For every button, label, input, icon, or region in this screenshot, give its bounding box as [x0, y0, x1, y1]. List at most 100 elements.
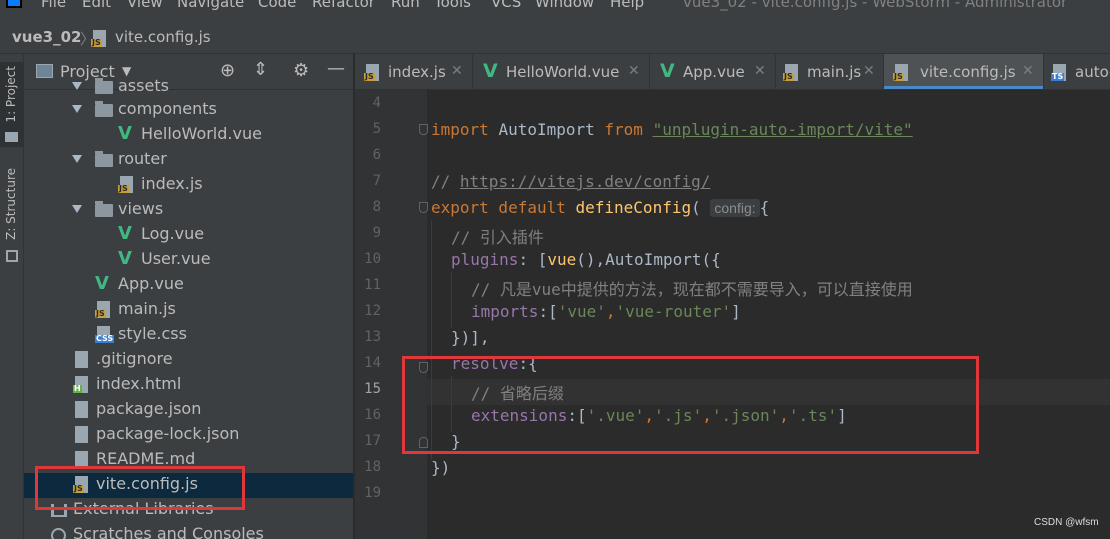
json-file-icon — [75, 426, 88, 443]
fold-marker-icon[interactable] — [419, 124, 428, 135]
annotation-box-resolve — [402, 356, 979, 454]
code-line-8: export default defineConfig( config:{ — [431, 198, 1091, 217]
tree-item-label: App.vue — [118, 274, 184, 293]
tree-folder-components[interactable]: components — [24, 98, 353, 123]
annotation-box-vite-config — [35, 466, 245, 510]
tree-item-label: index.js — [141, 174, 203, 193]
tree-file-app-vue[interactable]: V App.vue — [24, 273, 353, 298]
folder-icon — [95, 201, 113, 217]
token-comment: // — [431, 172, 451, 191]
menu-vcs[interactable]: VCS — [491, 0, 521, 11]
close-icon[interactable]: ✕ — [754, 63, 766, 79]
tree-file-gitignore[interactable]: .gitignore — [24, 348, 353, 373]
text-file-icon — [75, 351, 88, 368]
line-number: 16 — [364, 407, 381, 423]
tree-item-label: .gitignore — [96, 349, 173, 368]
token-function: vue — [547, 250, 577, 269]
menu-help[interactable]: Help — [610, 0, 644, 11]
menu-run[interactable]: Run — [391, 0, 420, 11]
tree-folder-router[interactable]: router — [24, 148, 353, 173]
line-number: 18 — [364, 459, 381, 475]
editor-tab-bar: JS index.js ✕ V HelloWorld.vue ✕ V App.v… — [355, 54, 1110, 90]
close-icon[interactable]: ✕ — [628, 63, 640, 79]
structure-tool-tab[interactable]: Z: Structure — [0, 164, 24, 264]
tree-file-main-js[interactable]: JS main.js — [24, 298, 353, 323]
menu-edit[interactable]: Edit — [82, 0, 111, 11]
js-file-icon: JS — [364, 64, 379, 81]
menu-view[interactable]: View — [127, 0, 163, 11]
close-icon[interactable]: ✕ — [451, 63, 463, 79]
menu-refactor[interactable]: Refactor — [312, 0, 375, 11]
close-icon[interactable]: ✕ — [863, 63, 875, 79]
token-punctuation: , — [605, 302, 616, 321]
token-punctuation: ( — [691, 198, 701, 217]
vue-file-icon: V — [95, 273, 109, 294]
tree-folder-views[interactable]: views — [24, 198, 353, 223]
token-punctuation: })], — [451, 328, 490, 347]
token-punctuation: }) — [431, 458, 451, 477]
token-punctuation: : [ — [518, 250, 548, 269]
token-comment: // 引入插件 — [451, 228, 544, 247]
token-property: imports — [471, 302, 539, 321]
vue-file-icon: V — [483, 60, 498, 82]
comment-link[interactable]: https://vitejs.dev/config/ — [460, 172, 710, 191]
tab-helloworld-vue[interactable]: V HelloWorld.vue ✕ — [473, 54, 650, 89]
menu-tools[interactable]: Tools — [434, 0, 471, 11]
tree-item-label: User.vue — [141, 249, 211, 268]
folder-icon — [5, 132, 18, 142]
structure-tool-tab-label: Z: Structure — [4, 168, 18, 240]
expand-arrow-icon[interactable] — [72, 82, 82, 90]
menu-window[interactable]: Window — [535, 0, 594, 11]
tree-item-label: views — [118, 199, 164, 218]
tree-item-label: style.css — [118, 324, 187, 343]
structure-icon — [6, 250, 18, 262]
tab-index-js[interactable]: JS index.js ✕ — [355, 54, 473, 89]
tree-file-index-js[interactable]: JS index.js — [24, 173, 353, 198]
js-file-icon: JS — [95, 301, 110, 318]
tab-app-vue[interactable]: V App.vue ✕ — [650, 54, 776, 89]
token-function: defineConfig — [575, 198, 692, 217]
menu-code[interactable]: Code — [258, 0, 296, 11]
token-string: 'vue-router' — [615, 302, 732, 321]
tree-file-package-lock-json[interactable]: package-lock.json — [24, 423, 353, 448]
expand-arrow-icon[interactable] — [72, 105, 82, 113]
line-number-gutter: 4 5 6 7 8 9 10 11 12 13 14 15 16 17 18 1… — [355, 90, 428, 539]
tab-label: main.js — [807, 63, 862, 81]
menu-bar: File Edit View Navigate Code Refactor Ru… — [0, 0, 1110, 22]
tree-file-index-html[interactable]: H index.html — [24, 373, 353, 398]
expand-arrow-icon[interactable] — [72, 155, 82, 163]
tree-file-helloworld[interactable]: V HelloWorld.vue — [24, 123, 353, 148]
menu-navigate[interactable]: Navigate — [177, 0, 244, 11]
token-string: 'vue' — [557, 302, 606, 321]
js-file-icon: JS — [91, 30, 106, 47]
token-punctuation: :[ — [538, 302, 558, 321]
tree-item-label: package-lock.json — [96, 424, 240, 443]
code-line-18: }) — [431, 458, 1091, 477]
tree-file-style-css[interactable]: CSS style.css — [24, 323, 353, 348]
tree-scratches[interactable]: Scratches and Consoles — [24, 523, 353, 539]
menu-file[interactable]: File — [41, 0, 66, 11]
breadcrumb-project[interactable]: vue3_02 — [12, 28, 81, 46]
breadcrumb-file[interactable]: vite.config.js — [115, 28, 211, 46]
line-number: 5 — [372, 121, 381, 137]
tree-folder-assets[interactable]: assets — [24, 75, 353, 100]
breadcrumb: vue3_02 〉 JS vite.config.js — [0, 22, 1110, 54]
line-number: 7 — [372, 173, 381, 189]
fold-marker-icon[interactable] — [419, 202, 428, 213]
tree-item-label: main.js — [118, 299, 176, 318]
code-editor[interactable]: 4 5 6 7 8 9 10 11 12 13 14 15 16 17 18 1… — [355, 90, 1110, 539]
code-line-13: })], — [451, 328, 1110, 347]
tree-file-log-vue[interactable]: V Log.vue — [24, 223, 353, 248]
line-number: 8 — [372, 199, 381, 215]
line-number: 17 — [364, 433, 381, 449]
token-identifier: AutoImport — [498, 120, 595, 139]
token-punctuation: (),AutoImport({ — [576, 250, 721, 269]
expand-arrow-icon[interactable] — [72, 205, 82, 213]
close-icon[interactable]: ✕ — [1022, 63, 1034, 79]
tab-label: index.js — [388, 63, 446, 81]
tree-file-user-vue[interactable]: V User.vue — [24, 248, 353, 273]
tab-vite-config-js[interactable]: JS vite.config.js ✕ — [884, 54, 1044, 89]
tab-main-js[interactable]: JS main.js ✕ — [776, 54, 884, 89]
tab-auto-imports[interactable]: TS auto- — [1044, 54, 1110, 89]
tree-file-package-json[interactable]: package.json — [24, 398, 353, 423]
